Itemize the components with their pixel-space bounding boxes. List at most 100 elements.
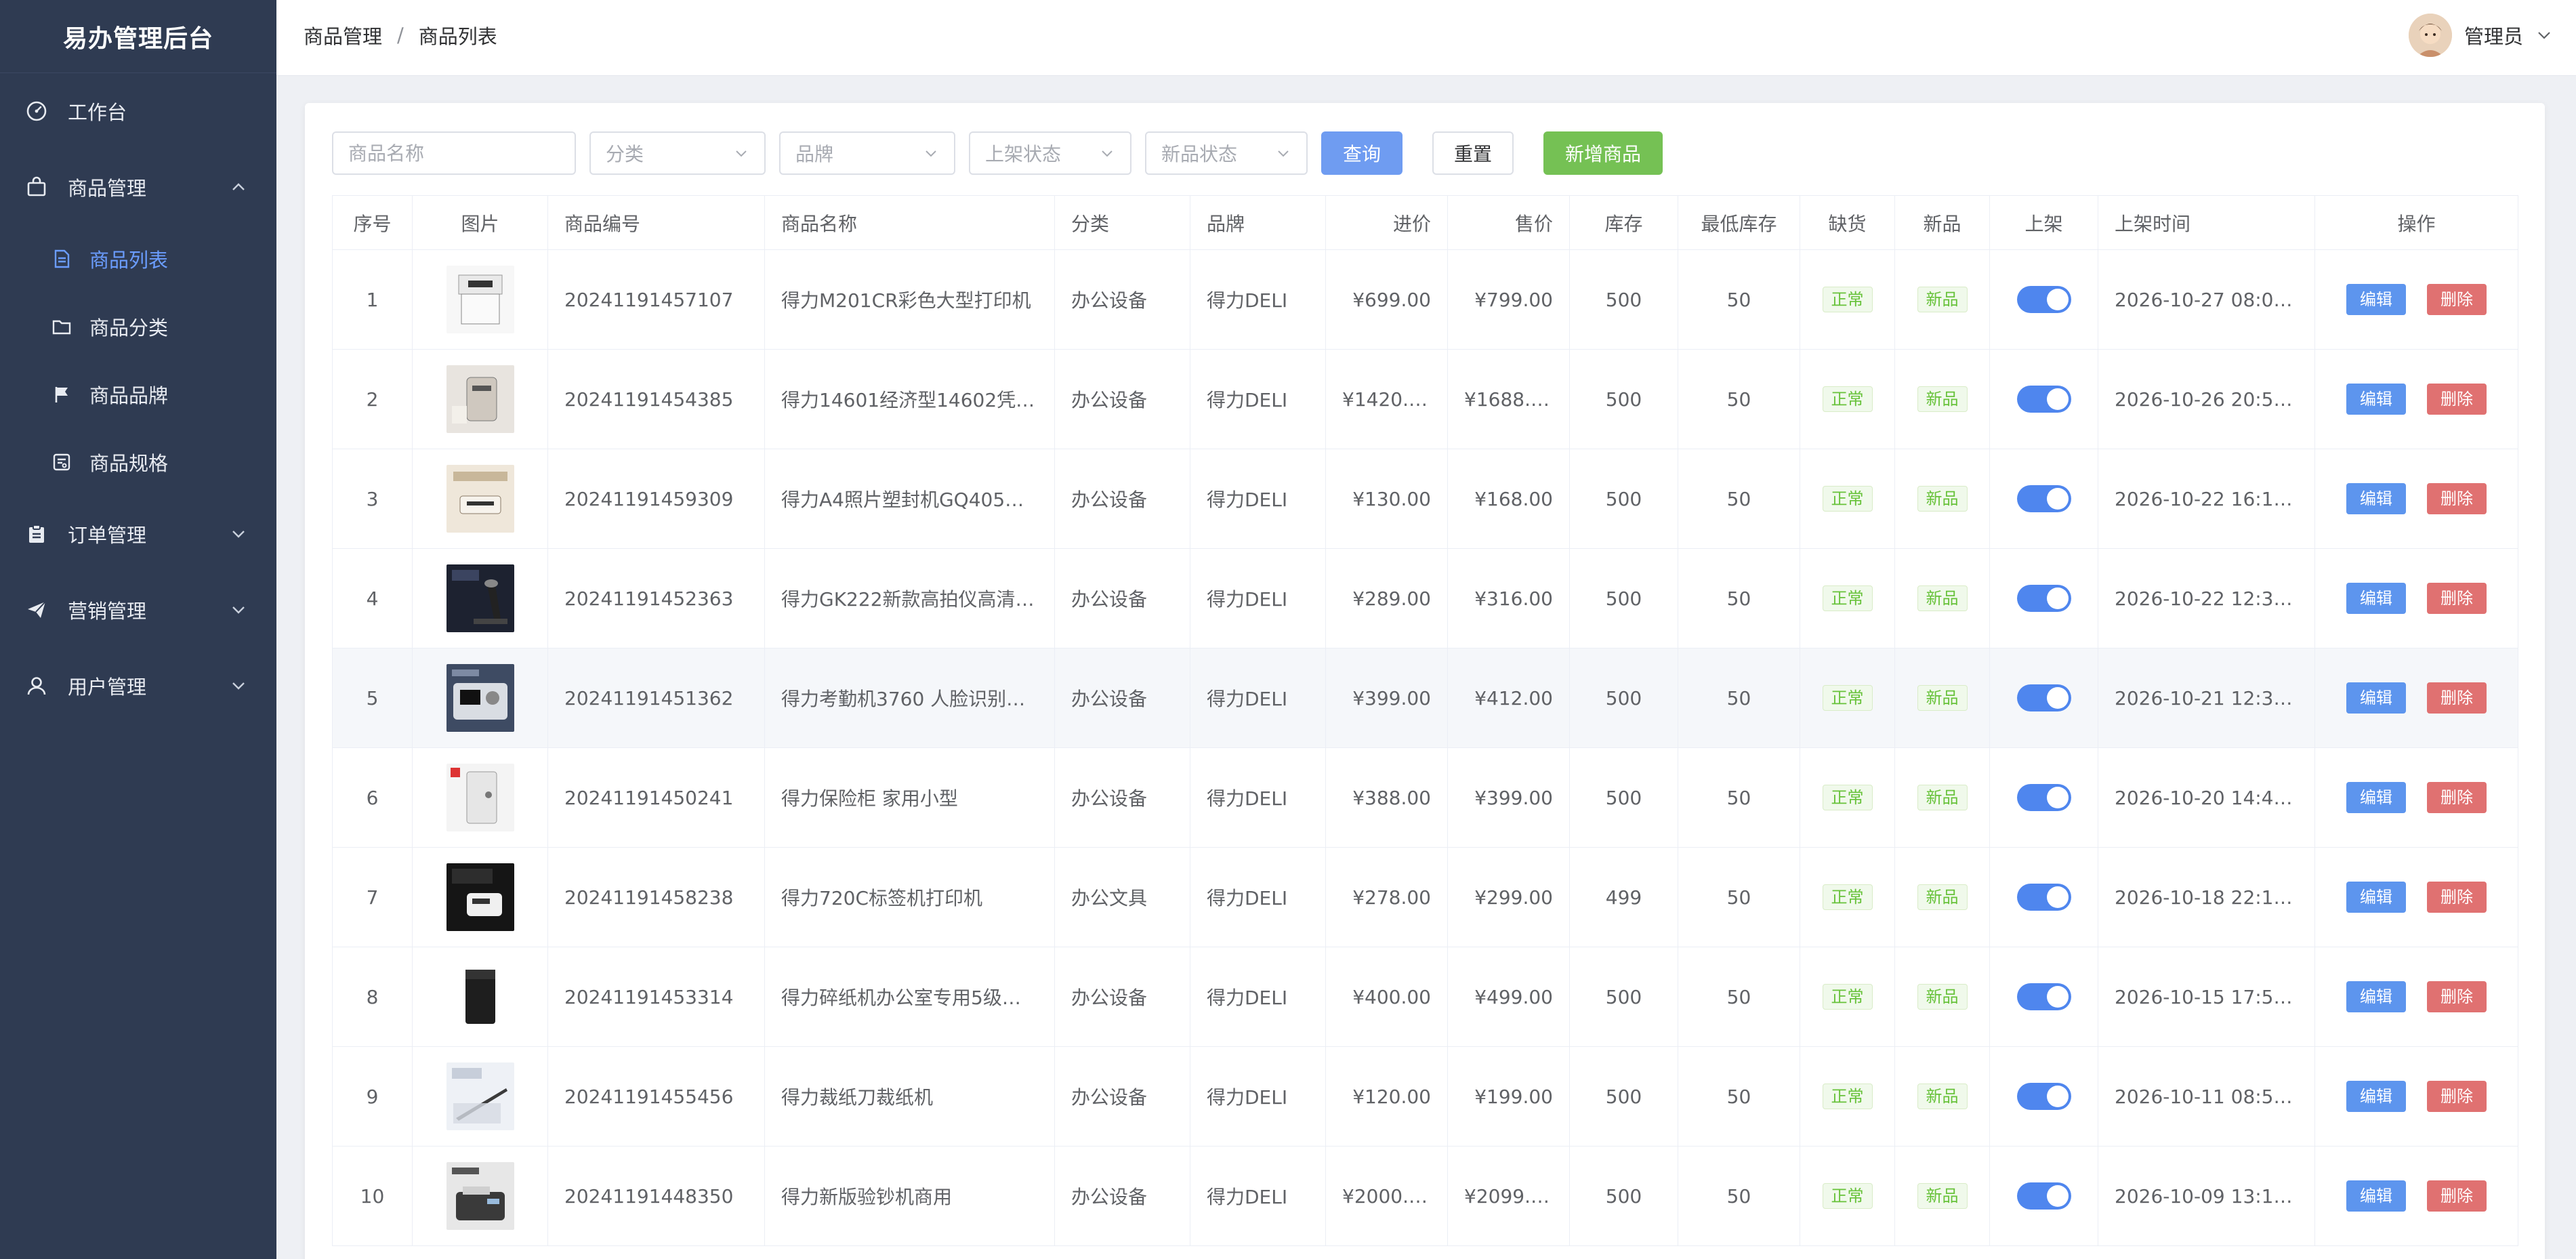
query-button[interactable]: 查询: [1321, 131, 1403, 175]
sidebar-item-users[interactable]: 用户管理: [0, 648, 276, 724]
edit-button[interactable]: 编辑: [2346, 882, 2407, 913]
listed-toggle[interactable]: [2016, 784, 2071, 811]
cell-category: 办公文具: [1054, 847, 1190, 947]
cell-min-stock: 50: [1678, 1146, 1800, 1246]
cell-code: 20241191455456: [547, 1046, 765, 1147]
product-thumbnail: [446, 664, 514, 732]
edit-button[interactable]: 编辑: [2346, 1081, 2407, 1112]
cell-price: ¥168.00: [1447, 449, 1570, 549]
cell-category: 办公设备: [1054, 249, 1190, 350]
brand-select[interactable]: 品牌: [779, 131, 955, 175]
edit-button[interactable]: 编辑: [2346, 1180, 2407, 1212]
product-thumbnail: [446, 1062, 514, 1130]
breadcrumb-item[interactable]: 商品管理: [304, 21, 382, 49]
column-header: 售价: [1447, 195, 1570, 250]
chevron-down-icon: [926, 150, 936, 157]
clipboard-icon: [24, 522, 49, 546]
filter-bar: 分类 品牌 上架状态 新品状态 查询 重置 新增商品: [332, 131, 1663, 175]
delete-button[interactable]: 删除: [2426, 1081, 2487, 1112]
cell-price: ¥399.00: [1447, 747, 1570, 848]
listed-toggle[interactable]: [2016, 485, 2071, 512]
cell-code: 20241191451362: [547, 648, 765, 748]
flag-icon: [50, 383, 73, 406]
cell-name: 得力保险柜 家用小型: [764, 747, 1055, 848]
delete-button[interactable]: 删除: [2426, 1180, 2487, 1212]
new-status-select[interactable]: 新品状态: [1145, 131, 1308, 175]
sidebar-item-label: 工作台: [68, 101, 127, 124]
listed-toggle[interactable]: [2016, 1182, 2071, 1210]
category-select[interactable]: 分类: [589, 131, 766, 175]
user-menu[interactable]: 管理员: [2408, 0, 2553, 70]
cell-category: 办公设备: [1054, 1146, 1190, 1246]
cell-stock: 500: [1569, 1146, 1678, 1246]
edit-button[interactable]: 编辑: [2346, 284, 2407, 315]
edit-button[interactable]: 编辑: [2346, 384, 2407, 415]
cell-price: ¥199.00: [1447, 1046, 1570, 1147]
sidebar-item-marketing[interactable]: 营销管理: [0, 572, 276, 648]
delete-button[interactable]: 删除: [2426, 882, 2487, 913]
listing-status-select[interactable]: 上架状态: [969, 131, 1131, 175]
cell-no: 4: [332, 548, 413, 648]
cell-category: 办公设备: [1054, 947, 1190, 1047]
shortage-tag: 正常: [1822, 386, 1873, 412]
category-select-placeholder: 分类: [606, 143, 644, 165]
listed-toggle[interactable]: [2016, 585, 2071, 612]
sidebar-item-goods-brand[interactable]: 商品品牌: [0, 360, 276, 428]
sidebar-item-orders[interactable]: 订单管理: [0, 496, 276, 572]
listed-toggle[interactable]: [2016, 386, 2071, 413]
cell-shortage: 正常: [1800, 648, 1895, 748]
delete-button[interactable]: 删除: [2426, 284, 2487, 315]
add-goods-button[interactable]: 新增商品: [1543, 131, 1663, 175]
listed-toggle[interactable]: [2016, 286, 2071, 313]
new-tag: 新品: [1917, 486, 1968, 512]
cell-min-stock: 50: [1678, 548, 1800, 648]
sidebar-item-dashboard[interactable]: 工作台: [0, 73, 276, 149]
delete-button[interactable]: 删除: [2426, 682, 2487, 714]
cell-time: 2026-10-18 22:13:30: [2098, 847, 2315, 947]
cell-brand: 得力DELI: [1190, 548, 1326, 648]
sidebar-item-goods-spec[interactable]: 商品规格: [0, 428, 276, 496]
delete-button[interactable]: 删除: [2426, 782, 2487, 813]
cell-actions: 编辑 删除: [2314, 1146, 2518, 1246]
cell-actions: 编辑 删除: [2314, 449, 2518, 549]
cell-no: 6: [332, 747, 413, 848]
sidebar-item-goods-list[interactable]: 商品列表: [0, 225, 276, 293]
cell-brand: 得力DELI: [1190, 747, 1326, 848]
cell-brand: 得力DELI: [1190, 947, 1326, 1047]
sidebar-item-label: 商品规格: [89, 452, 169, 475]
cell-category: 办公设备: [1054, 648, 1190, 748]
delete-button[interactable]: 删除: [2426, 384, 2487, 415]
cell-listed: [1989, 249, 2098, 350]
edit-button[interactable]: 编辑: [2346, 981, 2407, 1012]
shortage-tag: 正常: [1822, 486, 1873, 512]
table-row: 4 20241191452363 得力GK222新款高拍仪高清… 办公设备 得力…: [332, 548, 2518, 648]
cell-stock: 500: [1569, 349, 1678, 449]
cell-time: 2026-10-26 20:51:17: [2098, 349, 2315, 449]
cell-no: 3: [332, 449, 413, 549]
shortage-tag: 正常: [1822, 287, 1873, 312]
new-tag: 新品: [1917, 585, 1968, 611]
sidebar-item-goods[interactable]: 商品管理: [0, 149, 276, 225]
cell-shortage: 正常: [1800, 747, 1895, 848]
cell-actions: 编辑 删除: [2314, 249, 2518, 350]
reset-button[interactable]: 重置: [1432, 131, 1514, 175]
edit-button[interactable]: 编辑: [2346, 782, 2407, 813]
cell-time: 2026-10-22 12:32:18: [2098, 548, 2315, 648]
listed-toggle[interactable]: [2016, 983, 2071, 1010]
delete-button[interactable]: 删除: [2426, 583, 2487, 614]
listed-toggle[interactable]: [2016, 884, 2071, 911]
cell-new: 新品: [1894, 249, 1990, 350]
sidebar-item-goods-category[interactable]: 商品分类: [0, 293, 276, 360]
delete-button[interactable]: 删除: [2426, 981, 2487, 1012]
app-title: 易办管理后台: [0, 0, 276, 73]
edit-button[interactable]: 编辑: [2346, 583, 2407, 614]
delete-button[interactable]: 删除: [2426, 483, 2487, 514]
listed-toggle[interactable]: [2016, 684, 2071, 711]
cell-no: 9: [332, 1046, 413, 1147]
edit-button[interactable]: 编辑: [2346, 483, 2407, 514]
listed-toggle[interactable]: [2016, 1083, 2071, 1110]
cell-actions: 编辑 删除: [2314, 548, 2518, 648]
goods-name-input[interactable]: [332, 131, 576, 175]
edit-button[interactable]: 编辑: [2346, 682, 2407, 714]
cell-listed: [1989, 548, 2098, 648]
